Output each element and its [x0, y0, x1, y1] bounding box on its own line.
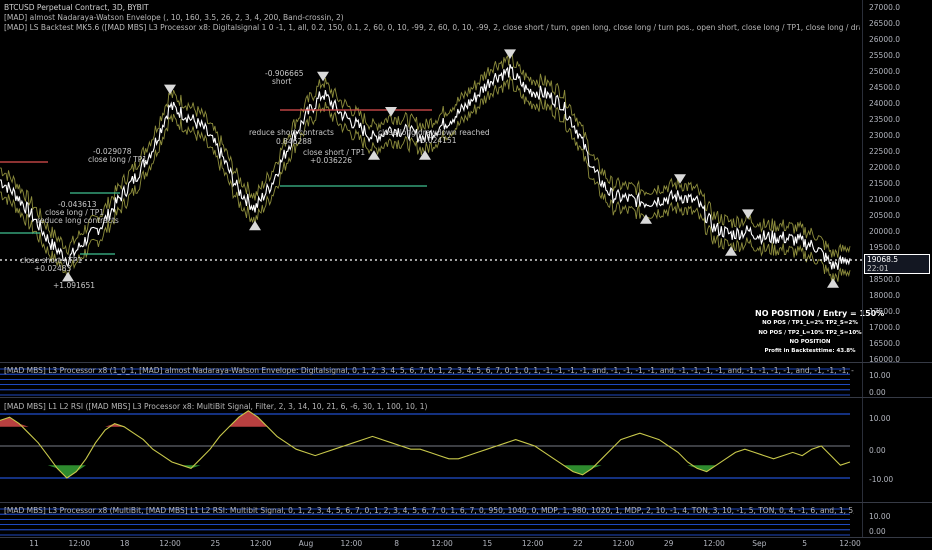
price-tick: 22500.0	[869, 147, 901, 156]
axis-tick: 0.00	[869, 527, 886, 536]
price-tick: 26500.0	[869, 19, 901, 28]
annotation-value: -0.024151	[418, 136, 457, 145]
rsi-series	[0, 410, 851, 479]
price-tick: 26000.0	[869, 35, 901, 44]
time-tick: Aug	[298, 539, 314, 548]
annotation-value: 0.846288	[276, 137, 312, 146]
price-tick: 18500.0	[869, 275, 901, 284]
time-tick: 8	[394, 539, 400, 548]
axis-tick: 10.00	[869, 371, 891, 380]
price-tick: 24500.0	[869, 83, 901, 92]
price-tick: 25000.0	[869, 67, 901, 76]
axis-tick: -10.00	[869, 475, 894, 484]
price-tick: 25500.0	[869, 51, 901, 60]
processor-axis[interactable]: 10.00 0.00	[862, 363, 932, 397]
price-tick: 17000.0	[869, 323, 901, 332]
time-tick: 12:00	[249, 539, 272, 548]
annotation-label: reduce long contracts	[37, 216, 119, 225]
sell-marker	[504, 49, 516, 59]
annotation-value: +0.02483	[34, 264, 72, 273]
tp1-status: NO POS / TP1_L=2% TP2_S=2%	[762, 320, 858, 326]
price-pane[interactable]	[0, 0, 862, 362]
price-tick: 20500.0	[869, 211, 901, 220]
annotation-label: reduce short contracts	[249, 128, 334, 137]
position-note: NO POSITION	[789, 339, 831, 345]
time-tick: 12:00	[340, 539, 363, 548]
time-tick: Sep	[752, 539, 767, 548]
backtest-legend[interactable]: [MAD] LS Backtest MK5.6 ([MAD MBS] L3 Pr…	[4, 23, 860, 32]
position-status: NO POSITION / Entry = 150%	[755, 309, 885, 318]
time-tick: 12:00	[839, 539, 861, 548]
price-tick: 19500.0	[869, 243, 901, 252]
rsi-overbought-fill	[0, 410, 268, 427]
time-tick: 11	[29, 539, 39, 548]
sell-marker	[674, 174, 686, 184]
chart-title: BTCUSD Perpetual Contract, 3D, BYBIT	[4, 3, 149, 12]
time-tick: 12:00	[159, 539, 181, 548]
time-tick: 5	[802, 539, 808, 548]
last-price-label: 19068.5 22:01	[864, 254, 930, 274]
price-tick: 20000.0	[869, 227, 901, 236]
time-tick: 12:00	[612, 539, 635, 548]
price-tick: 21500.0	[869, 179, 901, 188]
rsi-legend[interactable]: [MAD MBS] L1 L2 RSI ([MAD MBS] L3 Proces…	[4, 402, 427, 411]
buy-marker	[725, 246, 737, 256]
time-tick: 25	[210, 539, 221, 548]
axis-tick: 0.00	[869, 388, 886, 397]
time-axis-divider	[0, 537, 932, 538]
axis-tick: 10.00	[869, 512, 891, 521]
time-tick: 12:00	[431, 539, 453, 548]
processor-legend[interactable]: [MAD MBS] L3 Processor x8 (1_0_1, [MAD] …	[4, 366, 854, 375]
annotation-value: +1.091651	[53, 281, 96, 290]
annotation-value: +0.036226	[310, 156, 353, 165]
price-tick: 22000.0	[869, 163, 901, 172]
rsi-pane[interactable]	[0, 398, 862, 502]
sell-marker	[385, 107, 397, 117]
sell-marker	[317, 71, 329, 82]
price-tick: 23000.0	[869, 131, 901, 140]
price-series	[0, 64, 851, 270]
bar-countdown: 22:01	[867, 264, 889, 273]
envelope-legend[interactable]: [MAD] almost Nadaraya-Watson Envelope (,…	[4, 13, 344, 22]
last-price-value: 19068.5	[867, 255, 899, 264]
price-tick: 27000.0	[869, 3, 901, 12]
price-axis[interactable]: 27000.0 26500.0 26000.0 25500.0 25000.0 24500…	[862, 0, 932, 364]
rsi-axis[interactable]: 10.00 0.00 -10.00	[862, 398, 932, 502]
buy-marker	[62, 271, 74, 282]
price-tick: 17500.0	[869, 307, 901, 316]
time-tick: 29	[663, 539, 674, 548]
time-tick: 18	[119, 539, 130, 548]
annotation-label: close long	[378, 128, 416, 137]
time-tick: 12:00	[703, 539, 725, 548]
multibit-legend[interactable]: [MAD MBS] L3 Processor x8 (MultiBit, [MA…	[4, 506, 854, 515]
rsi-oversold-fill	[47, 465, 717, 478]
profit-status: Profit in Backtesttime: 43.8%	[764, 348, 856, 354]
time-tick: 15	[482, 539, 493, 548]
price-tick: 16500.0	[869, 339, 901, 348]
annotation-label: close long / TP1	[88, 155, 148, 164]
multibit-axis[interactable]: 10.00 0.00	[862, 503, 932, 537]
annotation-label: short	[272, 77, 292, 86]
chart-window: { "header": { "title": "BTCUSD Perpetual…	[0, 0, 932, 550]
sell-marker	[742, 209, 754, 219]
price-tick: 23500.0	[869, 115, 901, 124]
buy-marker	[249, 220, 261, 231]
time-tick: 12:00	[521, 539, 544, 548]
axis-tick: 0.00	[869, 446, 886, 455]
buy-marker	[640, 214, 652, 224]
time-tick: 22	[573, 539, 583, 548]
price-tick: 18000.0	[869, 291, 901, 300]
price-tick: 24000.0	[869, 99, 901, 108]
axis-tick: 10.00	[869, 414, 891, 423]
time-tick: 12:00	[68, 539, 91, 548]
tp2-status: NO POS / TP2_L=10% TP2_S=10%	[758, 330, 862, 336]
price-tick: 21000.0	[869, 195, 901, 204]
